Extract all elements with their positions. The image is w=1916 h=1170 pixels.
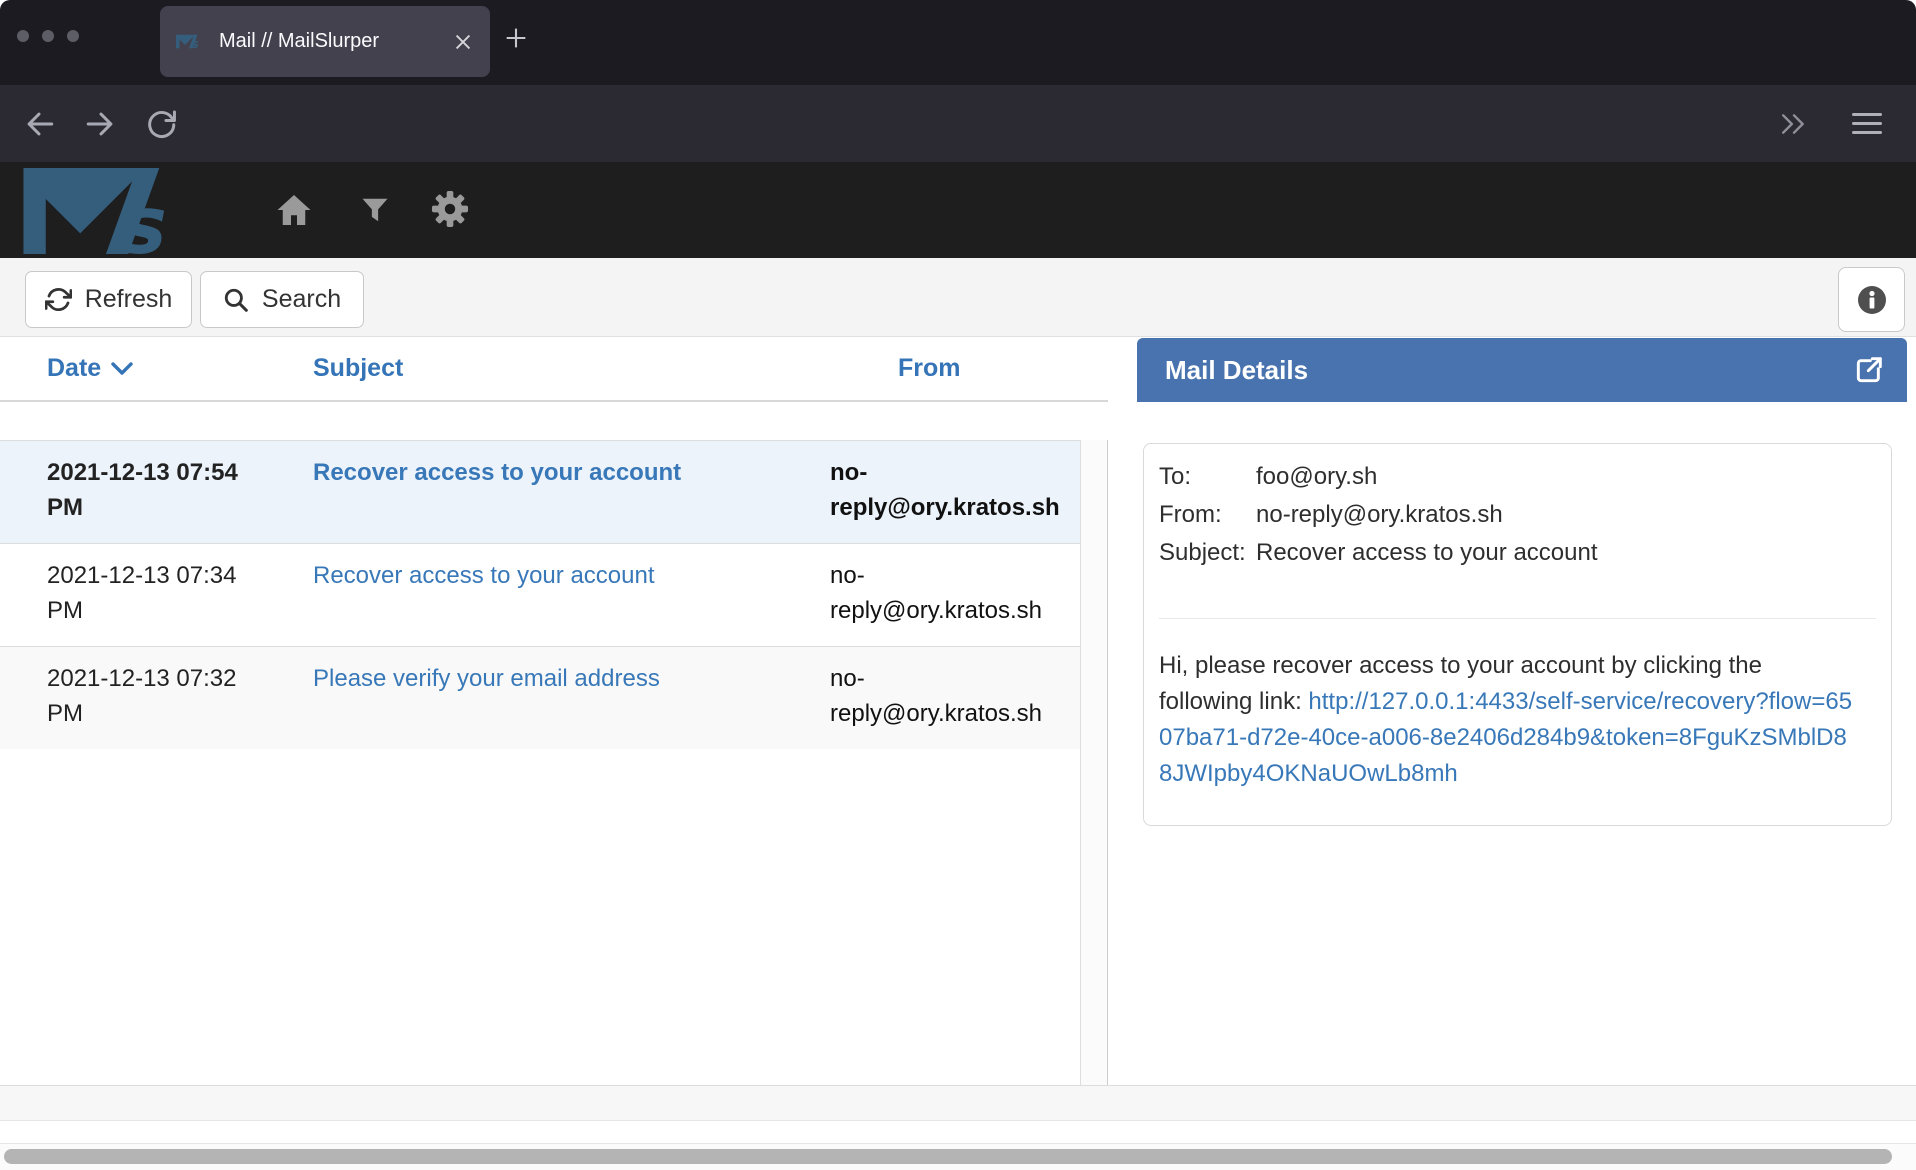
mail-subject-link[interactable]: Please verify your email address (313, 665, 660, 692)
detail-row-subject: Subject: Recover access to your account (1159, 534, 1876, 572)
column-header-subject[interactable]: Subject (313, 337, 403, 400)
column-header-from-label: From (898, 354, 961, 383)
mail-row-date: 2021-12-13 07:34 PM (0, 544, 313, 646)
mailslurper-header (0, 162, 1916, 258)
mail-list-row[interactable]: 2021-12-13 07:34 PM Recover access to yo… (0, 543, 1081, 646)
external-link-icon[interactable] (1853, 354, 1885, 386)
search-button-label: Search (262, 285, 341, 314)
browser-nav-bar: 127.0.0.1:4436/# 90% (0, 85, 1916, 162)
window-close-dot[interactable] (17, 30, 29, 42)
refresh-icon (45, 286, 72, 313)
tab-title: Mail // MailSlurper (219, 30, 452, 53)
window-controls[interactable] (17, 30, 79, 42)
back-arrow-icon[interactable] (22, 107, 56, 141)
column-header-subject-label: Subject (313, 354, 403, 383)
mail-row-subject: Recover access to your account (313, 544, 830, 646)
panel-footer-strip (0, 1085, 1916, 1121)
menu-hamburger-icon[interactable] (1852, 113, 1882, 135)
mail-row-subject: Please verify your email address (313, 647, 830, 749)
mail-row-from: no-reply@ory.kratos.sh (830, 544, 1081, 646)
mail-subject-link[interactable]: Recover access to your account (313, 459, 681, 486)
mail-list-header: Date Subject From (0, 337, 1108, 402)
detail-row-to: To: foo@ory.sh (1159, 458, 1876, 496)
info-circle-icon (1856, 284, 1888, 316)
mail-row-from: no-reply@ory.kratos.sh (830, 441, 1081, 543)
mail-list-scrollbar-gutter[interactable] (1081, 440, 1107, 1085)
details-divider (1159, 618, 1876, 619)
mail-row-date: 2021-12-13 07:32 PM (0, 647, 313, 749)
to-value: foo@ory.sh (1256, 458, 1876, 496)
sort-down-chevron-icon (111, 362, 133, 376)
home-icon[interactable] (276, 193, 312, 227)
subject-value: Recover access to your account (1256, 534, 1876, 572)
mail-list-row[interactable]: 2021-12-13 07:54 PM Recover access to yo… (0, 440, 1081, 543)
mail-details-card: To: foo@ory.sh From: no-reply@ory.kratos… (1143, 443, 1892, 826)
main-content: Date Subject From 2021-12-13 07:54 PM Re… (0, 337, 1916, 1085)
mail-details-header: Mail Details (1137, 338, 1907, 402)
mail-list-rows: 2021-12-13 07:54 PM Recover access to yo… (0, 440, 1081, 749)
forward-arrow-icon[interactable] (84, 107, 118, 141)
mail-body: Hi, please recover access to your accoun… (1159, 648, 1854, 792)
tab-favicon-mailslurper-icon (176, 34, 206, 49)
new-tab-icon[interactable] (502, 24, 530, 52)
filter-icon[interactable] (360, 195, 390, 225)
panel-divider (1107, 440, 1108, 1085)
app-toolbar: Refresh Search (0, 258, 1916, 337)
search-button[interactable]: Search (200, 271, 364, 328)
refresh-button-label: Refresh (85, 285, 173, 314)
refresh-button[interactable]: Refresh (25, 271, 192, 328)
mail-subject-link[interactable]: Recover access to your account (313, 562, 655, 589)
detail-row-from: From: no-reply@ory.kratos.sh (1159, 496, 1876, 534)
mailslurper-logo (22, 168, 214, 254)
tab-close-icon[interactable] (452, 31, 474, 53)
overflow-chevrons-icon[interactable] (1778, 111, 1810, 137)
page-bottom-strip (0, 1121, 1916, 1143)
gear-icon[interactable] (431, 190, 469, 228)
column-header-date[interactable]: Date (47, 337, 133, 400)
window-maximize-dot[interactable] (67, 30, 79, 42)
search-icon (223, 287, 249, 313)
info-button[interactable] (1838, 267, 1905, 332)
mail-row-subject: Recover access to your account (313, 441, 830, 543)
column-header-from[interactable]: From (898, 337, 961, 400)
horizontal-scrollbar-track[interactable] (0, 1143, 1916, 1170)
from-value: no-reply@ory.kratos.sh (1256, 496, 1876, 534)
subject-label: Subject: (1159, 534, 1256, 572)
horizontal-scrollbar-thumb[interactable] (4, 1149, 1892, 1164)
mail-row-from: no-reply@ory.kratos.sh (830, 647, 1081, 749)
mail-list-row[interactable]: 2021-12-13 07:32 PM Please verify your e… (0, 646, 1081, 749)
browser-tab-bar: Mail // MailSlurper (0, 0, 1916, 85)
browser-tab[interactable]: Mail // MailSlurper (160, 6, 490, 77)
mail-details-title: Mail Details (1165, 355, 1853, 386)
browser-window: Mail // MailSlurper (0, 0, 1916, 1170)
from-label: From: (1159, 496, 1256, 534)
mail-row-date: 2021-12-13 07:54 PM (0, 441, 313, 543)
to-label: To: (1159, 458, 1256, 496)
column-header-date-label: Date (47, 354, 101, 383)
reload-icon[interactable] (144, 107, 178, 141)
window-minimize-dot[interactable] (42, 30, 54, 42)
